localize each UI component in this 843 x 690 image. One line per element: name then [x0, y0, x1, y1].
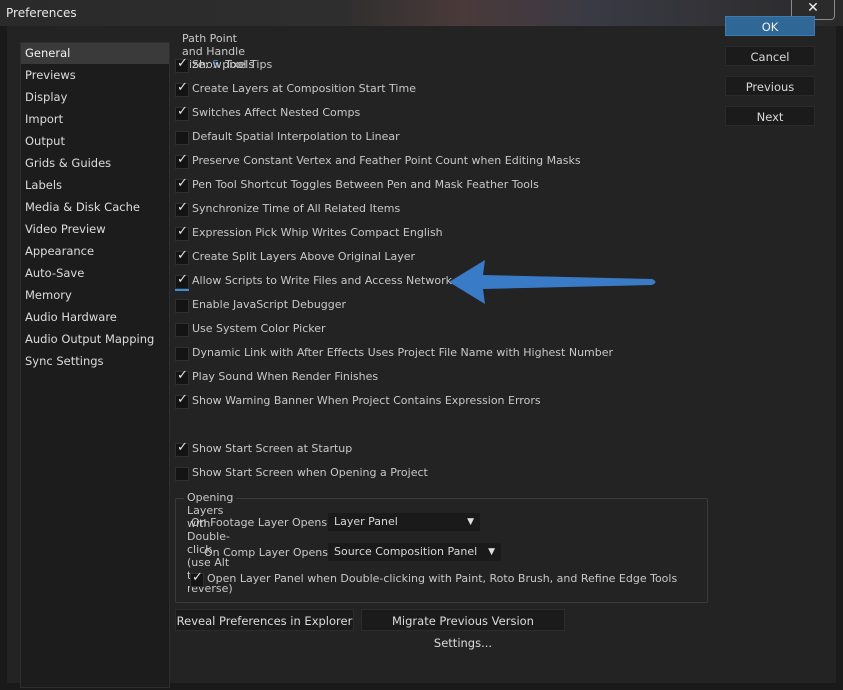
option-label: Dynamic Link with After Effects Uses Pro…: [192, 346, 614, 359]
checkmark-icon: ✓: [177, 56, 188, 71]
sidebar-item-memory[interactable]: Memory: [21, 285, 169, 306]
checkmark-icon: ✓: [177, 176, 188, 191]
checkbox[interactable]: ✓: [175, 248, 189, 265]
sidebar-item-labels[interactable]: Labels: [21, 175, 169, 196]
category-sidebar: General Previews Display Import Output Grids …: [20, 42, 170, 688]
sidebar-item-sync-settings[interactable]: Sync Settings: [21, 351, 169, 372]
option-label: Show Warning Banner When Project Contain…: [192, 394, 541, 407]
sidebar-item-audio-hardware[interactable]: Audio Hardware: [21, 307, 169, 328]
footage-layer-opens-select[interactable]: Layer Panel ▼: [328, 513, 480, 531]
checkmark-icon: ✓: [177, 104, 188, 119]
checkmark-icon: ✓: [177, 392, 188, 407]
sidebar-item-display[interactable]: Display: [21, 87, 169, 108]
option-label: Show Start Screen when Opening a Project: [192, 466, 428, 479]
checkbox[interactable]: ✓: [175, 104, 189, 121]
checkbox[interactable]: ✓: [175, 224, 189, 241]
checkmark-icon: ✓: [177, 80, 188, 95]
checkbox[interactable]: [175, 299, 189, 313]
sidebar-item-appearance[interactable]: Appearance: [21, 241, 169, 262]
sidebar-item-auto-save[interactable]: Auto-Save: [21, 263, 169, 284]
sidebar-item-media-disk-cache[interactable]: Media & Disk Cache: [21, 197, 169, 218]
checkbox[interactable]: ✓: [175, 392, 189, 409]
checkmark-icon: ✓: [177, 224, 188, 239]
option-label: Create Split Layers Above Original Layer: [192, 250, 416, 263]
option-label: Use System Color Picker: [192, 322, 326, 335]
sidebar-item-previews[interactable]: Previews: [21, 65, 169, 86]
checkmark-icon: ✓: [192, 570, 203, 585]
checkbox[interactable]: ✓: [175, 152, 189, 169]
checkbox[interactable]: ✓: [175, 272, 189, 289]
checkbox[interactable]: ✓: [175, 56, 189, 73]
option-label: Pen Tool Shortcut Toggles Between Pen an…: [192, 178, 539, 191]
option-label: Switches Affect Nested Comps: [192, 106, 361, 119]
ok-button[interactable]: OK: [725, 16, 815, 36]
comp-layer-opens-select[interactable]: Source Composition Panel ▼: [328, 543, 501, 561]
migrate-settings-button[interactable]: Migrate Previous Version Settings...: [361, 609, 565, 650]
checkbox[interactable]: [175, 131, 189, 145]
option-label: Synchronize Time of All Related Items: [192, 202, 401, 215]
option-label: Expression Pick Whip Writes Compact Engl…: [192, 226, 443, 239]
sidebar-item-video-preview[interactable]: Video Preview: [21, 219, 169, 240]
chevron-down-icon: ▼: [467, 517, 474, 527]
focus-indicator: [175, 289, 189, 291]
checkbox[interactable]: ✓: [175, 440, 189, 457]
sidebar-item-output[interactable]: Output: [21, 131, 169, 152]
checkmark-icon: ✓: [177, 200, 188, 215]
sidebar-item-import[interactable]: Import: [21, 109, 169, 130]
open-layer-panel-checkbox[interactable]: ✓: [190, 570, 204, 587]
footage-layer-opens-label: On Footage Layer Opens:: [191, 516, 331, 529]
option-label: Show Tool Tips: [192, 58, 273, 71]
checkbox[interactable]: ✓: [175, 368, 189, 385]
option-label: Show Start Screen at Startup: [192, 442, 353, 455]
checkbox[interactable]: ✓: [175, 80, 189, 97]
chevron-down-icon: ▼: [488, 547, 495, 557]
checkbox[interactable]: ✓: [175, 176, 189, 193]
option-label: Preserve Constant Vertex and Feather Poi…: [192, 154, 581, 167]
close-icon: ✕: [807, 0, 819, 16]
sidebar-item-audio-output-mapping[interactable]: Audio Output Mapping: [21, 329, 169, 350]
reveal-preferences-button[interactable]: Reveal Preferences in Explorer: [175, 609, 354, 631]
comp-layer-opens-value: Source Composition Panel: [334, 545, 478, 558]
option-label: Default Spatial Interpolation to Linear: [192, 130, 400, 143]
checkbox[interactable]: [175, 347, 189, 361]
footage-layer-opens-value: Layer Panel: [334, 515, 398, 528]
open-layer-panel-label: Open Layer Panel when Double-clicking wi…: [207, 572, 678, 585]
checkmark-icon: ✓: [177, 440, 188, 455]
checkbox[interactable]: ✓: [175, 200, 189, 217]
option-label: Play Sound When Render Finishes: [192, 370, 379, 383]
checkmark-icon: ✓: [177, 152, 188, 167]
checkmark-icon: ✓: [177, 368, 188, 383]
checkbox[interactable]: [175, 467, 189, 481]
sidebar-item-grids-guides[interactable]: Grids & Guides: [21, 153, 169, 174]
checkbox[interactable]: [175, 323, 189, 337]
cancel-button[interactable]: Cancel: [725, 46, 815, 66]
window-title: Preferences: [6, 6, 77, 20]
checkmark-icon: ✓: [177, 248, 188, 263]
option-label: Create Layers at Composition Start Time: [192, 82, 416, 95]
sidebar-item-general[interactable]: General: [21, 43, 169, 64]
option-label: Allow Scripts to Write Files and Access …: [192, 274, 452, 287]
title-bar[interactable]: Preferences ✕: [0, 0, 843, 26]
option-label: Enable JavaScript Debugger: [192, 298, 347, 311]
previous-button[interactable]: Previous: [725, 76, 815, 96]
comp-layer-opens-label: On Comp Layer Opens:: [204, 546, 332, 559]
checkmark-icon: ✓: [177, 272, 188, 287]
next-button[interactable]: Next: [725, 106, 815, 126]
annotation-arrow-icon: [449, 260, 656, 304]
